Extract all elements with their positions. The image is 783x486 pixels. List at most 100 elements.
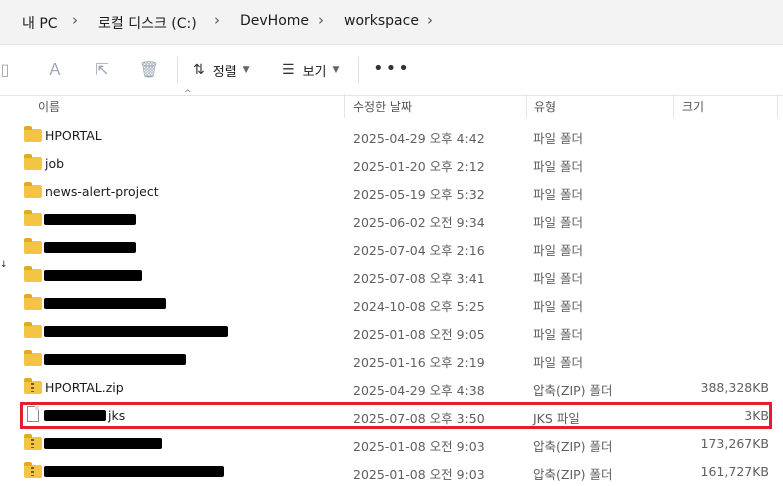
edge-marker: ↓ bbox=[0, 260, 8, 270]
folder-icon bbox=[24, 266, 42, 282]
folder-icon bbox=[24, 294, 42, 310]
redacted-name bbox=[44, 326, 228, 337]
column-type[interactable]: 유형 bbox=[534, 98, 556, 115]
file-type: 파일 폴더 bbox=[533, 327, 583, 342]
file-type: 파일 폴더 bbox=[533, 299, 583, 314]
file-type: 압축(ZIP) 폴더 bbox=[533, 383, 613, 398]
delete-icon[interactable]: 🗑 bbox=[138, 59, 160, 81]
file-date: 2024-10-08 오후 5:25 bbox=[353, 299, 485, 314]
command-bar: ▯ Ａ ⇱ 🗑 ⇅ 정렬 ▼ ☰ 보기 ▼ ••• bbox=[0, 45, 783, 96]
list-item[interactable]: 2024-10-08 오후 5:25 파일 폴더 bbox=[22, 290, 774, 318]
file-type: 파일 폴더 bbox=[533, 243, 583, 258]
chevron-down-icon: ▼ bbox=[242, 65, 250, 75]
list-item[interactable]: job 2025-01-20 오후 2:12 파일 폴더 bbox=[22, 150, 774, 178]
list-item[interactable]: 2025-01-08 오전 9:05 파일 폴더 bbox=[22, 318, 774, 346]
file-date: 2025-01-20 오후 2:12 bbox=[353, 159, 485, 174]
list-item[interactable]: news-alert-project 2025-05-19 오후 5:32 파일… bbox=[22, 178, 774, 206]
column-separator[interactable] bbox=[777, 94, 778, 118]
sort-ascending-icon: ^ bbox=[184, 89, 192, 99]
copy-icon[interactable]: ▯ bbox=[0, 59, 16, 81]
list-item[interactable]: 2025-06-02 오전 9:34 파일 폴더 bbox=[22, 206, 774, 234]
file-size: 173,267KB bbox=[700, 436, 769, 451]
redacted-name bbox=[44, 298, 166, 309]
file-type: 파일 폴더 bbox=[533, 131, 583, 146]
more-options-button[interactable]: ••• bbox=[373, 58, 411, 79]
file-name: news-alert-project bbox=[45, 184, 159, 199]
file-type: 파일 폴더 bbox=[533, 355, 583, 370]
toolbar-divider bbox=[358, 57, 359, 83]
file-date: 2025-06-02 오전 9:34 bbox=[353, 215, 485, 230]
file-type: 압축(ZIP) 폴더 bbox=[533, 439, 613, 454]
view-icon: ☰ bbox=[282, 62, 295, 78]
zip-folder-icon bbox=[24, 434, 42, 450]
file-date: 2025-01-16 오후 2:19 bbox=[353, 355, 485, 370]
file-size: 388,328KB bbox=[700, 380, 769, 395]
redacted-name bbox=[44, 270, 142, 281]
folder-icon bbox=[24, 350, 42, 366]
file-size: 161,727KB bbox=[700, 464, 769, 479]
zip-folder-icon bbox=[24, 462, 42, 478]
folder-icon bbox=[24, 182, 42, 198]
zip-folder-icon bbox=[24, 378, 42, 394]
redacted-name bbox=[44, 438, 162, 449]
list-item[interactable]: 2025-01-08 오전 9:03 압축(ZIP) 폴더 161,727KB bbox=[22, 458, 774, 486]
redacted-name bbox=[44, 242, 136, 253]
column-header: ^ 이름 수정한 날짜 유형 크기 bbox=[0, 89, 783, 118]
redacted-name bbox=[44, 214, 136, 225]
file-date: 2025-01-08 오전 9:03 bbox=[353, 467, 485, 482]
file-date: 2025-05-19 오후 5:32 bbox=[353, 187, 485, 202]
list-item[interactable]: HPORTAL 2025-04-29 오후 4:42 파일 폴더 bbox=[22, 122, 774, 150]
view-label: 보기 bbox=[302, 64, 327, 80]
address-bar[interactable]: 내 PC › 로컬 디스크 (C:) › DevHome › workspace… bbox=[0, 0, 783, 45]
file-date: 2025-07-08 오후 3:41 bbox=[353, 271, 485, 286]
chevron-right-icon: › bbox=[214, 11, 220, 29]
chevron-right-icon[interactable]: › bbox=[427, 11, 433, 29]
share-icon[interactable]: ⇱ bbox=[91, 59, 113, 81]
sort-label: 정렬 bbox=[212, 64, 237, 80]
sort-icon: ⇅ bbox=[193, 62, 205, 78]
file-name: job bbox=[45, 156, 65, 171]
file-date: 2025-04-29 오후 4:38 bbox=[353, 383, 485, 398]
folder-icon bbox=[24, 322, 42, 338]
breadcrumb-devhome[interactable]: DevHome bbox=[240, 13, 309, 29]
redacted-name bbox=[44, 354, 186, 365]
chevron-right-icon: › bbox=[72, 11, 78, 29]
list-item[interactable]: HPORTAL.zip 2025-04-29 오후 4:38 압축(ZIP) 폴… bbox=[22, 374, 774, 402]
folder-icon bbox=[24, 126, 42, 142]
breadcrumb-this-pc[interactable]: 내 PC bbox=[22, 13, 58, 33]
column-name[interactable]: 이름 bbox=[38, 98, 60, 115]
column-modified[interactable]: 수정한 날짜 bbox=[353, 98, 412, 115]
list-item[interactable]: 2025-01-08 오전 9:03 압축(ZIP) 폴더 173,267KB bbox=[22, 430, 774, 458]
list-item[interactable]: 2025-01-16 오후 2:19 파일 폴더 bbox=[22, 346, 774, 374]
folder-icon bbox=[24, 154, 42, 170]
file-type: 파일 폴더 bbox=[533, 159, 583, 174]
column-separator[interactable] bbox=[673, 94, 674, 118]
breadcrumb-local-disk[interactable]: 로컬 디스크 (C:) bbox=[98, 13, 197, 33]
file-type: 파일 폴더 bbox=[533, 187, 583, 202]
folder-icon bbox=[24, 238, 42, 254]
file-date: 2025-04-29 오후 4:42 bbox=[353, 131, 485, 146]
sort-button[interactable]: ⇅ 정렬 ▼ bbox=[193, 59, 250, 81]
chevron-right-icon: › bbox=[318, 11, 324, 29]
file-date: 2025-01-08 오전 9:03 bbox=[353, 439, 485, 454]
file-name: HPORTAL bbox=[45, 128, 102, 143]
column-size[interactable]: 크기 bbox=[682, 98, 704, 115]
list-item[interactable]: 2025-07-08 오후 3:41 파일 폴더 bbox=[22, 262, 774, 290]
file-type: 압축(ZIP) 폴더 bbox=[533, 467, 613, 482]
file-type: 파일 폴더 bbox=[533, 271, 583, 286]
column-separator[interactable] bbox=[526, 94, 527, 118]
rename-icon[interactable]: Ａ bbox=[44, 59, 66, 81]
chevron-down-icon: ▼ bbox=[332, 65, 340, 75]
file-type: 파일 폴더 bbox=[533, 215, 583, 230]
redacted-name bbox=[44, 466, 224, 477]
highlight-box bbox=[20, 402, 772, 429]
breadcrumb-workspace[interactable]: workspace bbox=[344, 13, 419, 29]
column-separator[interactable] bbox=[344, 94, 345, 118]
folder-icon bbox=[24, 210, 42, 226]
file-name: HPORTAL.zip bbox=[45, 380, 124, 395]
view-button[interactable]: ☰ 보기 ▼ bbox=[282, 59, 339, 81]
file-date: 2025-07-04 오후 2:16 bbox=[353, 243, 485, 258]
toolbar-divider bbox=[177, 57, 178, 83]
file-date: 2025-01-08 오전 9:05 bbox=[353, 327, 485, 342]
list-item[interactable]: 2025-07-04 오후 2:16 파일 폴더 bbox=[22, 234, 774, 262]
